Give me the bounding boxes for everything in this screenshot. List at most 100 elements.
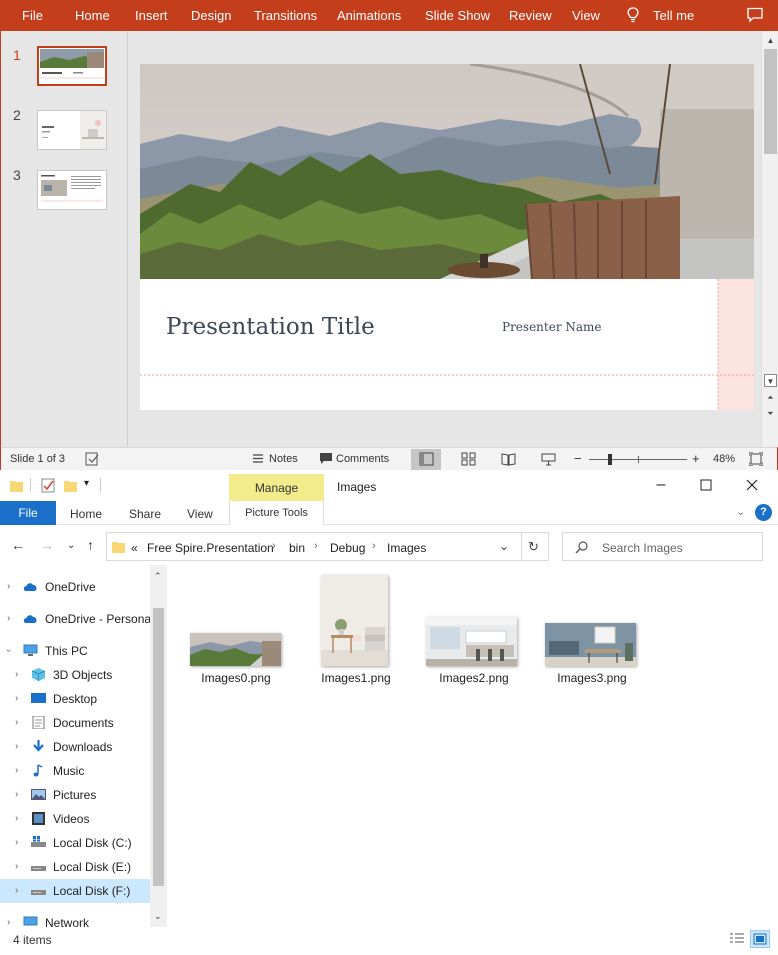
tab-home[interactable]: Home — [70, 507, 102, 521]
tree-item-local-disk-e[interactable]: › Local Disk (E:) — [0, 855, 150, 879]
tab-file[interactable]: File — [0, 501, 56, 525]
manage-tab[interactable]: Manage — [229, 474, 324, 501]
comments-button[interactable]: Comments — [336, 453, 389, 465]
tree-item-this-pc[interactable]: › This PC — [0, 639, 150, 663]
file-name[interactable]: Images3.png — [536, 671, 648, 685]
menu-animations[interactable]: Animations — [337, 8, 401, 23]
new-folder-icon[interactable] — [64, 479, 77, 492]
tree-label[interactable]: Downloads — [53, 740, 112, 754]
tree-label[interactable]: Desktop — [53, 692, 97, 706]
next-slide-icon[interactable]: ⏷ — [764, 407, 777, 420]
breadcrumb-overflow[interactable]: « — [131, 541, 138, 555]
slide-thumbnail-3[interactable] — [37, 170, 107, 210]
recent-locations-chevron-icon[interactable]: ⌄ — [67, 540, 75, 551]
search-box[interactable]: Search Images — [562, 532, 763, 561]
help-icon[interactable]: ? — [755, 504, 772, 521]
menu-transitions[interactable]: Transitions — [254, 8, 317, 23]
fit-to-window-icon[interactable] — [749, 452, 763, 466]
tree-item-videos[interactable]: › Videos — [0, 807, 150, 831]
address-bar[interactable]: « Free Spire.Presentation › bin › Debug … — [106, 532, 549, 561]
tree-label[interactable]: This PC — [45, 644, 88, 658]
refresh-icon[interactable]: ↻ — [528, 539, 539, 555]
tree-item-documents[interactable]: › Documents — [0, 711, 150, 735]
menu-file[interactable]: File — [22, 8, 43, 23]
breadcrumb-free-spire[interactable]: Free Spire.Presentation — [147, 541, 274, 555]
up-arrow-icon[interactable]: ↑ — [87, 537, 94, 553]
zoom-out-button[interactable]: − — [574, 451, 582, 466]
chevron-right-icon[interactable]: › — [15, 669, 18, 680]
normal-view-button[interactable] — [411, 449, 441, 470]
chevron-right-icon[interactable]: › — [15, 837, 18, 848]
file-name[interactable]: Images2.png — [418, 671, 530, 685]
file-name[interactable]: Images1.png — [300, 671, 412, 685]
slide-thumbnail-2[interactable] — [37, 110, 107, 150]
chevron-right-icon[interactable]: › — [15, 717, 18, 728]
file-item-images0[interactable]: Images0.png — [180, 575, 292, 685]
chevron-right-icon[interactable]: › — [7, 917, 10, 927]
chevron-right-icon[interactable]: › — [7, 581, 10, 592]
tree-label[interactable]: Network — [45, 916, 89, 927]
chevron-right-icon[interactable]: › — [7, 613, 10, 624]
tree-label[interactable]: Documents — [53, 716, 114, 730]
scroll-down-chevron-icon[interactable]: ⌄ — [154, 911, 162, 922]
zoom-percent[interactable]: 48% — [713, 453, 735, 465]
chevron-right-icon[interactable]: › — [15, 789, 18, 800]
comment-icon[interactable] — [747, 7, 763, 23]
chevron-right-icon[interactable]: › — [15, 861, 18, 872]
file-item-images2[interactable]: Images2.png — [418, 575, 530, 685]
tree-label[interactable]: Pictures — [53, 788, 96, 802]
tree-label[interactable]: Local Disk (E:) — [53, 860, 131, 874]
large-icons-view-button[interactable] — [750, 930, 770, 948]
tree-label[interactable]: Videos — [53, 812, 89, 826]
tree-label[interactable]: OneDrive — [45, 580, 96, 594]
slide-scrollbar[interactable]: ▲ ▼ ⏶ ⏷ — [761, 31, 778, 447]
presenter-name[interactable]: Presenter Name — [502, 320, 602, 334]
slide-title[interactable]: Presentation Title — [166, 314, 375, 340]
expand-ribbon-icon[interactable]: ⌄ — [736, 505, 745, 518]
tree-label[interactable]: Local Disk (C:) — [53, 836, 132, 850]
lightbulb-icon[interactable] — [627, 7, 639, 24]
tree-item-onedrive[interactable]: › OneDrive — [0, 575, 150, 599]
chevron-right-icon[interactable]: › — [15, 885, 18, 896]
close-icon[interactable] — [742, 475, 762, 495]
breadcrumb-bin[interactable]: bin — [289, 541, 305, 555]
slide-canvas[interactable]: Presentation Title Presenter Name — [140, 64, 754, 410]
tab-view[interactable]: View — [187, 507, 213, 521]
scroll-up-arrow-icon[interactable]: ▲ — [764, 34, 777, 47]
file-item-images3[interactable]: Images3.png — [536, 575, 648, 685]
menu-home[interactable]: Home — [75, 8, 110, 23]
chevron-down-icon[interactable]: › — [3, 649, 14, 652]
tell-me-box[interactable]: Tell me — [653, 8, 694, 23]
reading-view-button[interactable] — [493, 449, 523, 470]
chevron-right-icon[interactable]: › — [15, 765, 18, 776]
address-dropdown-icon[interactable]: ⌄ — [499, 539, 509, 553]
tree-item-local-disk-c[interactable]: › Local Disk (C:) — [0, 831, 150, 855]
details-view-icon[interactable] — [729, 932, 745, 946]
tab-picture-tools[interactable]: Picture Tools — [229, 501, 324, 525]
slide-thumbnail-1[interactable] — [37, 46, 107, 86]
zoom-in-button[interactable]: + — [692, 451, 700, 466]
file-name[interactable]: Images0.png — [180, 671, 292, 685]
breadcrumb-separator-icon[interactable]: › — [272, 540, 276, 552]
properties-icon[interactable] — [41, 478, 55, 493]
tree-item-music[interactable]: › Music — [0, 759, 150, 783]
chevron-right-icon[interactable]: › — [15, 693, 18, 704]
tree-label[interactable]: Local Disk (F:) — [53, 884, 130, 898]
menu-view[interactable]: View — [572, 8, 600, 23]
tab-share[interactable]: Share — [129, 507, 161, 521]
menu-design[interactable]: Design — [191, 8, 231, 23]
search-placeholder[interactable]: Search Images — [602, 541, 683, 555]
tree-label[interactable]: OneDrive - Personal — [45, 612, 154, 626]
zoom-slider-handle[interactable] — [607, 454, 612, 465]
tree-label[interactable]: 3D Objects — [53, 668, 112, 682]
scroll-thumb[interactable] — [764, 49, 777, 154]
tree-item-3d-objects[interactable]: › 3D Objects — [0, 663, 150, 687]
nav-pane-scroll-thumb[interactable] — [153, 608, 164, 886]
tree-item-downloads[interactable]: › Downloads — [0, 735, 150, 759]
tree-item-onedrive-personal[interactable]: › OneDrive - Personal — [0, 607, 154, 631]
notes-button[interactable]: Notes — [269, 453, 298, 465]
spell-check-icon[interactable] — [85, 452, 100, 466]
back-arrow-icon[interactable]: ← — [11, 537, 25, 553]
minimize-icon[interactable]: – — [651, 476, 671, 496]
breadcrumb-debug[interactable]: Debug — [330, 541, 365, 555]
